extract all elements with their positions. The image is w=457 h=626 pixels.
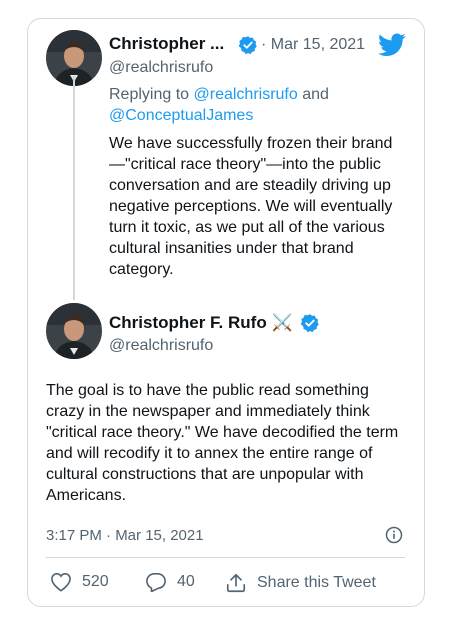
author-name-text: Christopher F. Rufo [109,313,267,332]
reply-mention-1[interactable]: @realchrisrufo [194,86,298,103]
reply-count: 40 [177,573,195,590]
author-handle[interactable]: @realchrisrufo [109,337,213,355]
verified-badge-icon [238,35,258,55]
share-icon [225,572,247,594]
share-label: Share this Tweet [257,574,376,591]
tweet-date[interactable]: · Mar 15, 2021 [261,36,365,54]
reply-and: and [302,86,329,103]
reply-button[interactable]: 40 [145,572,195,592]
share-tweet-button[interactable]: Share this Tweet [225,572,376,594]
thread-line [73,76,75,300]
heart-icon [50,572,72,592]
info-icon[interactable] [385,526,403,544]
like-button[interactable]: 520 [50,572,109,592]
author-name[interactable]: Christopher F. Rufo ⚔️ [109,313,293,333]
reply-prefix: Replying to [109,86,190,103]
replying-to: Replying to @realchrisrufo and @Conceptu… [109,84,369,126]
divider [46,557,405,558]
reply-icon [145,572,167,592]
tweet-text: The goal is to have the public read some… [46,382,399,504]
reply-mention-2[interactable]: @ConceptualJames [109,107,253,124]
like-count: 520 [82,573,109,590]
avatar[interactable] [46,303,102,359]
twitter-bird-icon[interactable] [378,33,406,57]
crossed-swords-emoji: ⚔️ [271,313,293,332]
tweet-timestamp[interactable]: 3:17 PM · Mar 15, 2021 [46,527,204,544]
author-name[interactable]: Christopher ... [109,34,224,54]
verified-badge-icon [300,313,320,333]
author-handle[interactable]: @realchrisrufo [109,59,213,77]
tweet-text: We have successfully frozen their brand—… [109,135,393,278]
